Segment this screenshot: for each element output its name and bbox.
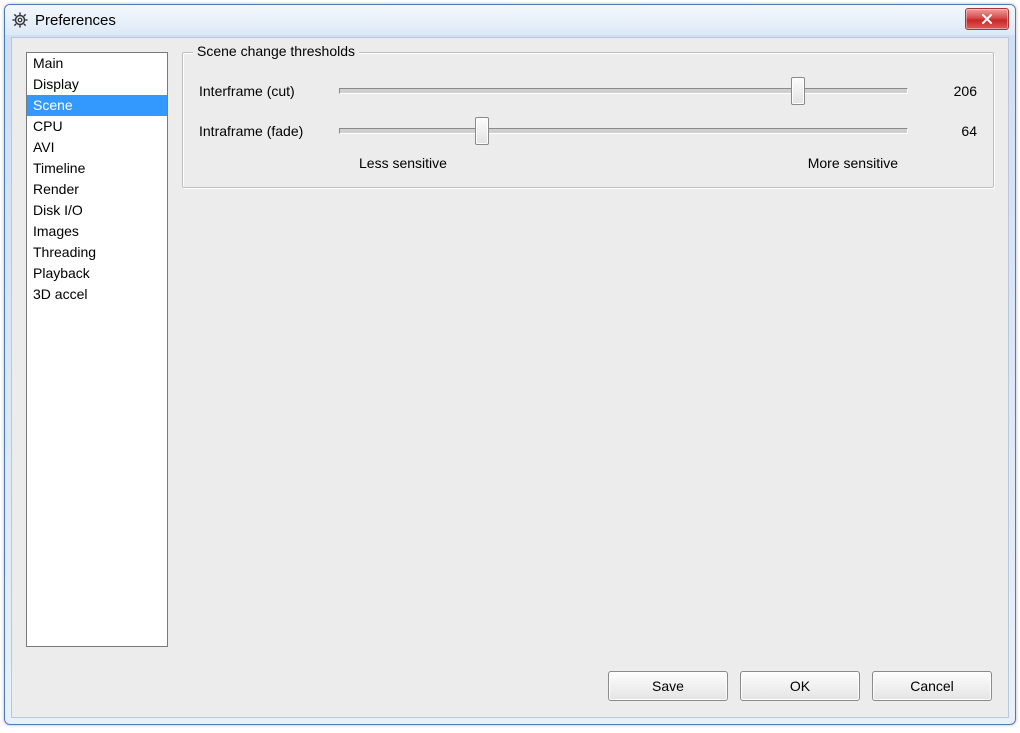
slider-thumb-interframe[interactable] — [791, 77, 805, 105]
more-sensitive-label: More sensitive — [808, 155, 898, 171]
preferences-window: Preferences MainDisplaySceneCPUAVITimeli… — [4, 4, 1016, 725]
sidebar-item-avi[interactable]: AVI — [27, 137, 167, 158]
content-row: MainDisplaySceneCPUAVITimelineRenderDisk… — [12, 38, 1008, 661]
slider-row-intraframe: Intraframe (fade) 64 — [199, 111, 977, 151]
groupbox-legend: Scene change thresholds — [193, 43, 359, 59]
app-gear-icon — [11, 11, 29, 29]
sidebar-item-images[interactable]: Images — [27, 221, 167, 242]
dialog-footer: Save OK Cancel — [12, 661, 1008, 717]
slider-intraframe[interactable] — [339, 116, 908, 146]
titlebar[interactable]: Preferences — [5, 5, 1015, 35]
settings-panel: Scene change thresholds Interframe (cut)… — [182, 52, 994, 647]
save-button[interactable]: Save — [608, 671, 728, 701]
sidebar-item-cpu[interactable]: CPU — [27, 116, 167, 137]
cancel-button[interactable]: Cancel — [872, 671, 992, 701]
category-listbox[interactable]: MainDisplaySceneCPUAVITimelineRenderDisk… — [26, 52, 168, 647]
sidebar-item-playback[interactable]: Playback — [27, 263, 167, 284]
slider-interframe[interactable] — [339, 76, 908, 106]
sidebar-item-threading[interactable]: Threading — [27, 242, 167, 263]
sidebar-item-3d-accel[interactable]: 3D accel — [27, 284, 167, 305]
slider-label-intraframe: Intraframe (fade) — [199, 123, 339, 139]
window-title: Preferences — [35, 12, 116, 29]
less-sensitive-label: Less sensitive — [359, 155, 447, 171]
sensitivity-labels-row: Less sensitive More sensitive — [199, 155, 977, 171]
sidebar-item-display[interactable]: Display — [27, 74, 167, 95]
close-button[interactable] — [965, 8, 1009, 30]
slider-value-interframe: 206 — [908, 83, 977, 99]
sidebar-item-scene[interactable]: Scene — [27, 95, 167, 116]
slider-thumb-intraframe[interactable] — [475, 117, 489, 145]
slider-row-interframe: Interframe (cut) 206 — [199, 71, 977, 111]
slider-value-intraframe: 64 — [908, 123, 977, 139]
sidebar-item-render[interactable]: Render — [27, 179, 167, 200]
sidebar-item-disk-i-o[interactable]: Disk I/O — [27, 200, 167, 221]
sidebar-item-main[interactable]: Main — [27, 53, 167, 74]
ok-button[interactable]: OK — [740, 671, 860, 701]
close-icon — [980, 14, 994, 24]
groupbox-scene-thresholds: Scene change thresholds Interframe (cut)… — [182, 52, 994, 188]
sidebar-item-timeline[interactable]: Timeline — [27, 158, 167, 179]
client-area: MainDisplaySceneCPUAVITimelineRenderDisk… — [11, 37, 1009, 718]
slider-label-interframe: Interframe (cut) — [199, 83, 339, 99]
